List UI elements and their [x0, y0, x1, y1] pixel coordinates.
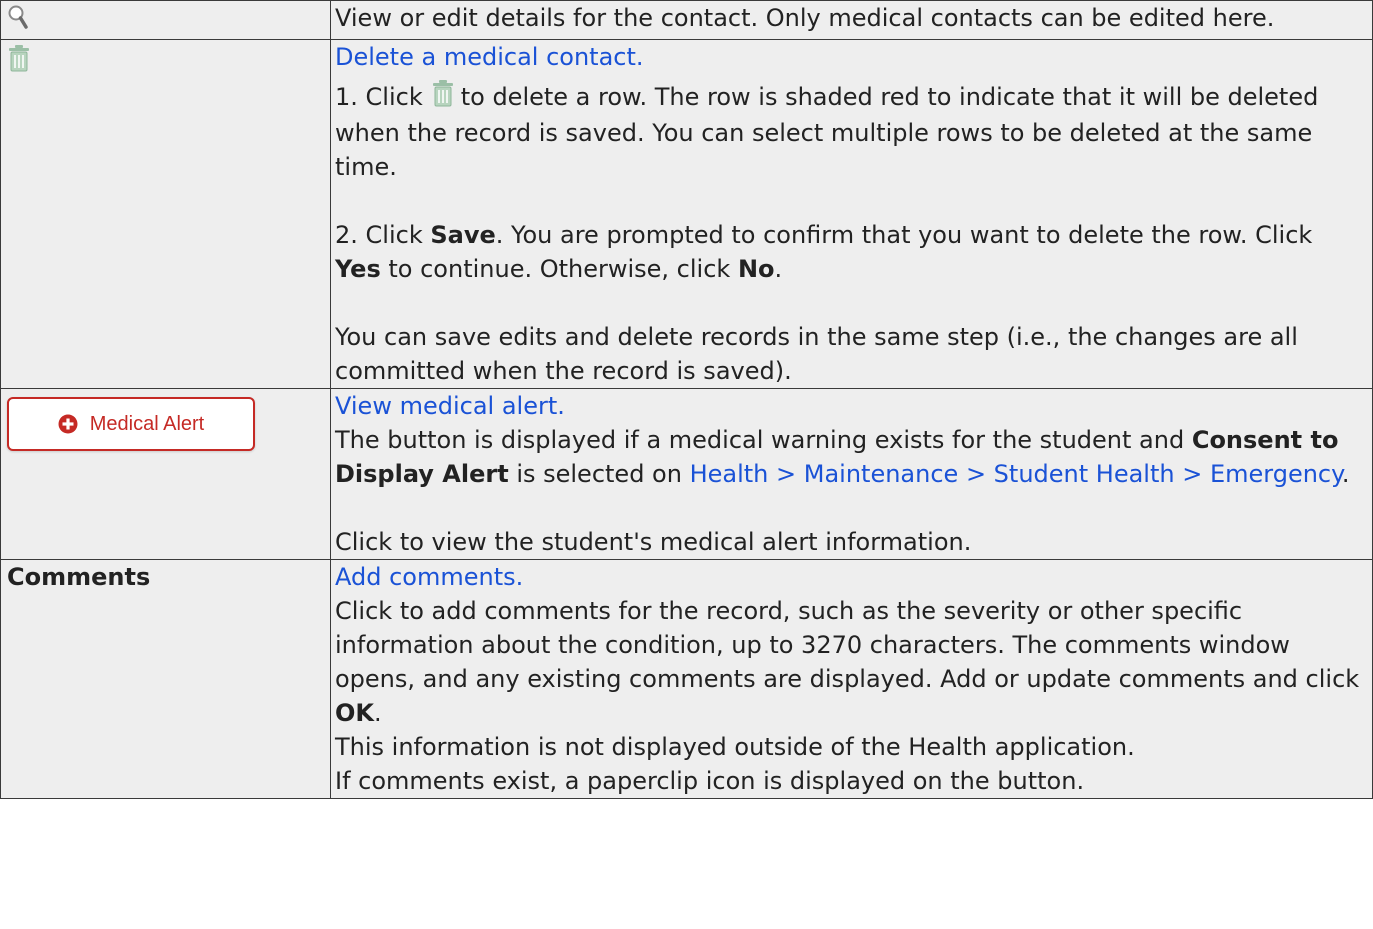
description-cell: Add comments. Click to add comments for … — [330, 559, 1373, 799]
alert-click-description: Click to view the student's medical aler… — [335, 528, 972, 556]
description-cell: Delete a medical contact. 1. Click to de… — [330, 39, 1373, 389]
view-medical-alert-link[interactable]: View medical alert. — [335, 392, 565, 420]
icon-cell: Medical Alert — [0, 388, 331, 560]
description-cell: View medical alert. The button is displa… — [330, 388, 1373, 560]
table-row: Delete a medical contact. 1. Click to de… — [0, 39, 1373, 389]
help-table: View or edit details for the contact. On… — [0, 0, 1373, 799]
step2-text: . — [774, 255, 783, 283]
table-row: Medical Alert View medical alert. The bu… — [0, 388, 1373, 560]
step1-text-a: 1. Click — [335, 83, 423, 111]
comments-note-2: If comments exist, a paperclip icon is d… — [335, 767, 1085, 795]
magnifier-icon[interactable] — [7, 4, 29, 39]
icon-cell — [0, 0, 331, 40]
step2-text: . You are prompted to confirm that you w… — [495, 221, 1313, 249]
trash-icon[interactable] — [7, 44, 31, 81]
comments-label: Comments — [7, 563, 151, 591]
add-comments-link[interactable]: Add comments. — [335, 563, 523, 591]
save-label: Save — [430, 221, 496, 249]
comments-description: Click to add comments for the record, su… — [335, 597, 1360, 693]
alert-description: The button is displayed if a medical war… — [335, 426, 1192, 454]
health-emergency-link[interactable]: Health > Maintenance > Student Health > … — [690, 460, 1342, 488]
comments-description: . — [374, 699, 382, 727]
view-edit-description: View or edit details for the contact. On… — [335, 4, 1275, 32]
step2-text: 2. Click — [335, 221, 431, 249]
comments-note-1: This information is not displayed outsid… — [335, 733, 1135, 761]
step2-text: to continue. Otherwise, click — [380, 255, 738, 283]
table-row: View or edit details for the contact. On… — [0, 0, 1373, 40]
no-label: No — [737, 255, 775, 283]
alert-description: is selected on — [508, 460, 690, 488]
label-cell: Comments — [0, 559, 331, 799]
plus-circle-icon — [58, 414, 78, 434]
delete-contact-link[interactable]: Delete a medical contact. — [335, 43, 644, 71]
alert-description: . — [1341, 460, 1350, 488]
ok-label: OK — [335, 699, 374, 727]
medical-alert-button[interactable]: Medical Alert — [7, 397, 255, 451]
save-and-delete-note: You can save edits and delete records in… — [335, 323, 1298, 385]
step1-text-b: to delete a row. The row is shaded red t… — [335, 83, 1319, 181]
icon-cell — [0, 39, 331, 389]
trash-icon — [431, 79, 455, 116]
yes-label: Yes — [335, 255, 381, 283]
description-cell: View or edit details for the contact. On… — [330, 0, 1373, 40]
medical-alert-button-label: Medical Alert — [89, 413, 205, 435]
table-row: Comments Add comments. Click to add comm… — [0, 559, 1373, 799]
